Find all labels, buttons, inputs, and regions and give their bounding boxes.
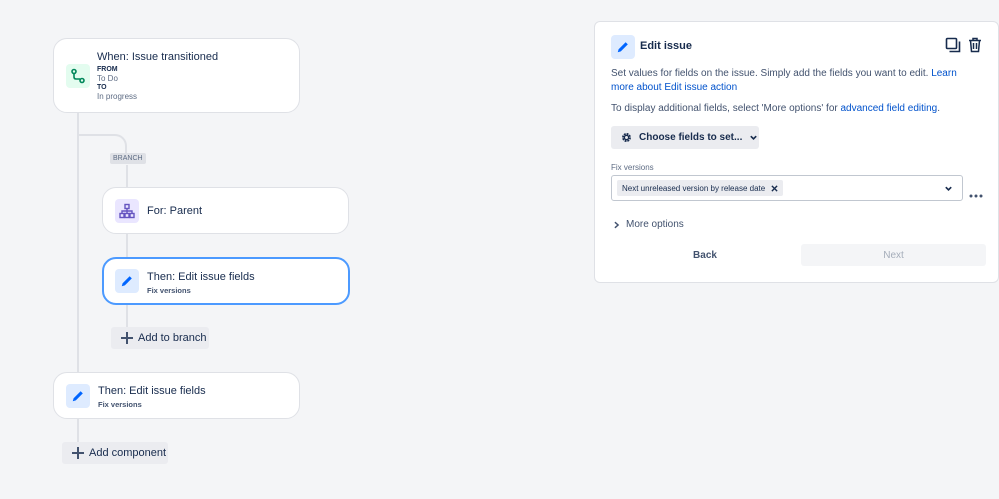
chip-label: Next unreleased version by release date bbox=[622, 183, 766, 193]
panel-description: Set values for fields on the issue. Simp… bbox=[611, 67, 981, 95]
back-button[interactable]: Back bbox=[611, 244, 799, 266]
chevron-right-icon bbox=[614, 221, 620, 228]
chevron-down-icon[interactable] bbox=[944, 184, 953, 193]
panel-icon-tile bbox=[611, 35, 635, 59]
more-horizontal-icon bbox=[969, 194, 983, 198]
branch-for-title: For: Parent bbox=[147, 205, 203, 217]
gear-icon bbox=[622, 133, 631, 142]
fix-versions-chip: Next unreleased version by release date bbox=[617, 180, 784, 196]
add-component-button[interactable]: Add component bbox=[62, 442, 168, 464]
add-component-label: Add component bbox=[89, 447, 167, 459]
branch-icon-tile bbox=[115, 199, 139, 223]
trash-icon bbox=[969, 37, 981, 53]
panel-description-text: Set values for fields on the issue. Simp… bbox=[611, 68, 929, 79]
transition-icon bbox=[71, 68, 85, 84]
back-label: Back bbox=[693, 249, 717, 261]
duplicate-button[interactable] bbox=[945, 37, 961, 53]
next-label: Next bbox=[883, 249, 904, 261]
action-title: Then: Edit issue fields bbox=[98, 385, 206, 397]
action-sub: Fix versions bbox=[98, 400, 142, 409]
pencil-icon bbox=[72, 391, 83, 402]
chevron-down-icon bbox=[750, 135, 758, 140]
edit-issue-panel: Edit issue Set values for fields on the … bbox=[594, 21, 999, 283]
trigger-card[interactable]: When: Issue transitioned FROM To Do TO I… bbox=[53, 38, 300, 113]
chip-remove-icon[interactable] bbox=[771, 184, 778, 192]
field-more-actions-button[interactable] bbox=[969, 185, 983, 198]
pencil-icon bbox=[617, 42, 628, 53]
branch-for-card[interactable]: For: Parent bbox=[102, 187, 349, 234]
duplicate-icon bbox=[945, 37, 961, 53]
hierarchy-icon bbox=[119, 203, 135, 219]
next-button[interactable]: Next bbox=[801, 244, 986, 266]
trigger-to-value: In progress bbox=[97, 92, 138, 101]
fix-versions-label: Fix versions bbox=[611, 163, 654, 172]
add-to-branch-label: Add to branch bbox=[138, 332, 207, 344]
branch-action-card[interactable]: Then: Edit issue fields Fix versions bbox=[102, 257, 350, 305]
action-card[interactable]: Then: Edit issue fields Fix versions bbox=[53, 372, 300, 419]
action-icon-tile bbox=[115, 269, 139, 293]
panel-display-hint: To display additional fields, select 'Mo… bbox=[611, 102, 986, 116]
branch-action-sub: Fix versions bbox=[147, 286, 191, 295]
display-hint-text: To display additional fields, select 'Mo… bbox=[611, 103, 838, 114]
trigger-icon-tile bbox=[66, 64, 90, 88]
action-icon-tile bbox=[66, 384, 90, 408]
fix-versions-select[interactable]: Next unreleased version by release date bbox=[611, 175, 963, 201]
advanced-field-editing-link[interactable]: advanced field editing bbox=[841, 103, 938, 114]
connector-branch-curve bbox=[77, 134, 127, 154]
plus-icon bbox=[72, 447, 84, 459]
choose-fields-label: Choose fields to set... bbox=[639, 132, 743, 143]
more-options-label: More options bbox=[626, 219, 684, 230]
plus-icon bbox=[121, 332, 133, 344]
trigger-title: When: Issue transitioned bbox=[97, 51, 219, 63]
more-options-toggle[interactable]: More options bbox=[613, 219, 684, 230]
delete-button[interactable] bbox=[967, 37, 983, 53]
panel-title: Edit issue bbox=[640, 40, 692, 52]
branch-badge: BRANCH bbox=[110, 153, 146, 164]
add-to-branch-button[interactable]: Add to branch bbox=[111, 327, 209, 349]
pencil-icon bbox=[121, 276, 132, 287]
display-hint-end: . bbox=[937, 103, 941, 114]
branch-action-title: Then: Edit issue fields bbox=[147, 271, 255, 283]
choose-fields-button[interactable]: Choose fields to set... bbox=[611, 126, 759, 149]
